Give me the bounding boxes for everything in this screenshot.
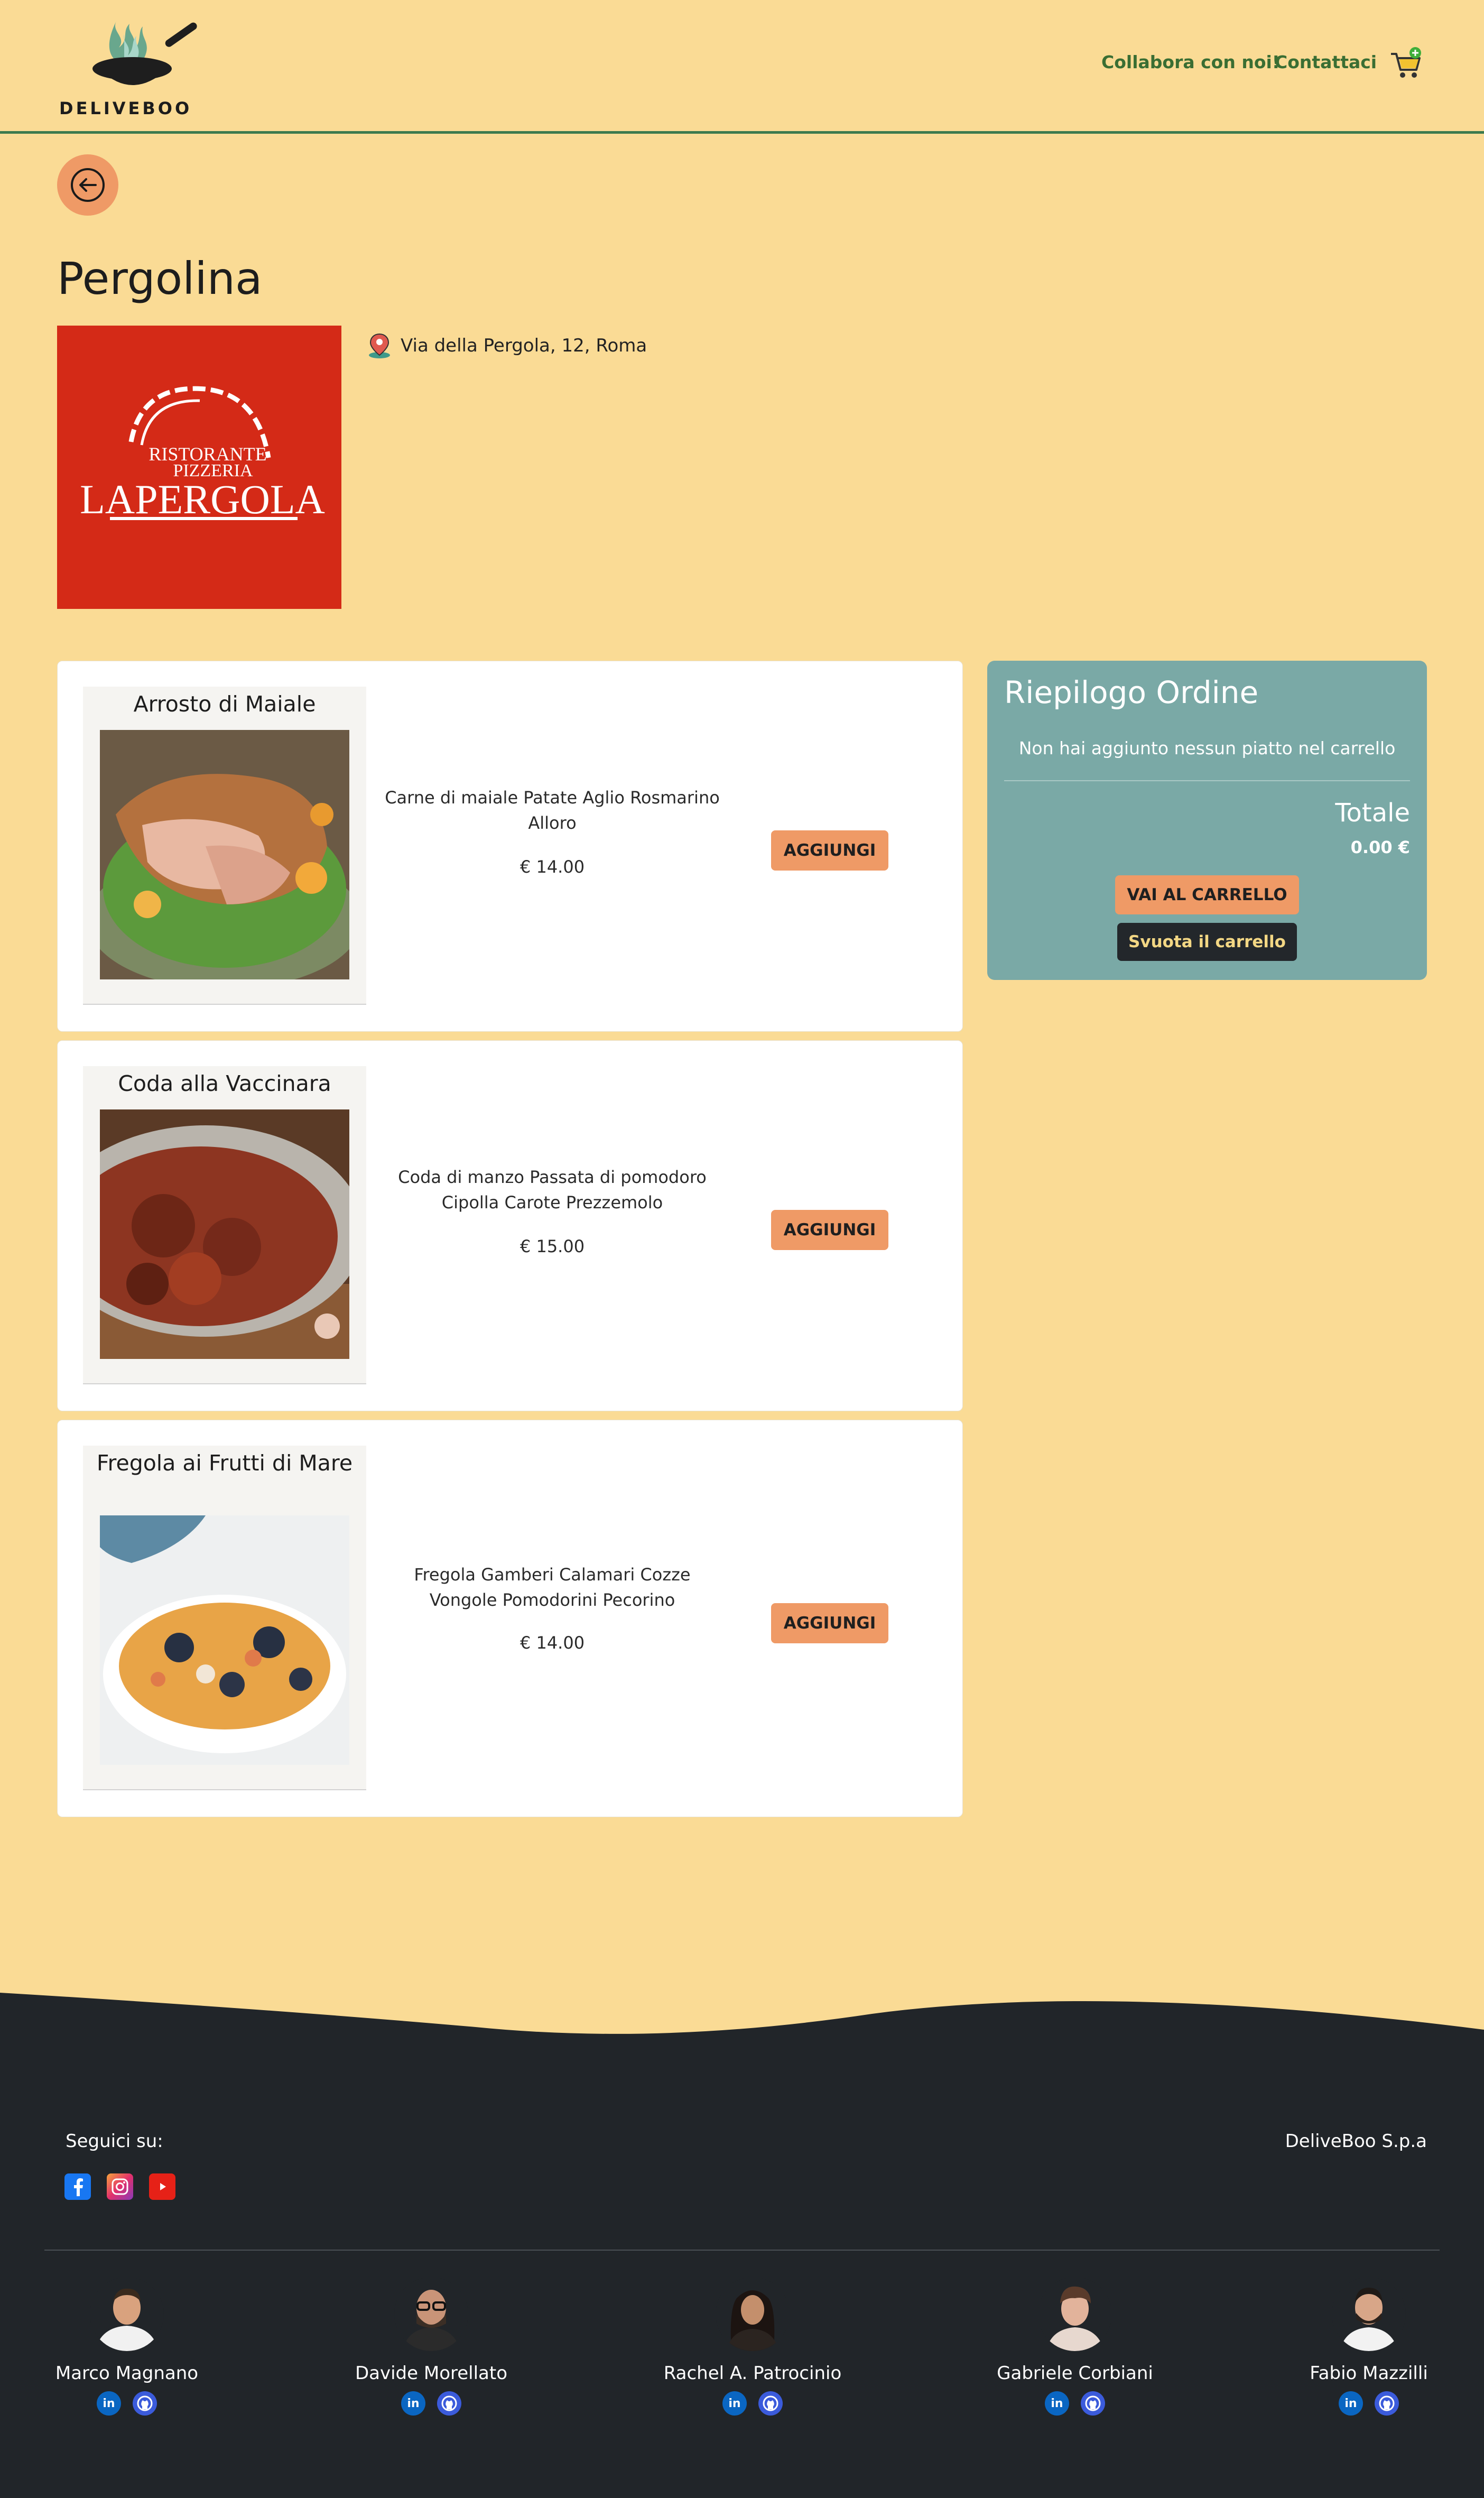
restaurant-name: Pergolina [57, 253, 263, 304]
dish-price: € 14.00 [520, 1633, 585, 1653]
footer-divider [44, 2250, 1440, 2251]
footer-wave [0, 1993, 1484, 2051]
dish-description: Carne di maiale Patate Aglio Rosmarino A… [385, 788, 720, 833]
avatar [1038, 2277, 1112, 2351]
add-dish-button[interactable]: AGGIUNGI [771, 1603, 888, 1643]
github-icon[interactable] [133, 2391, 157, 2416]
dish-image-coda [47, 1109, 364, 1359]
add-dish-button[interactable]: AGGIUNGI [771, 1210, 888, 1250]
linkedin-icon[interactable]: in [1045, 2391, 1069, 2416]
dish-card: Arrosto di Maiale Carne di maiale Patate… [57, 661, 963, 1032]
linkedin-icon[interactable]: in [401, 2391, 425, 2416]
nav-collabora-link[interactable]: Collabora con noi! [1101, 52, 1280, 72]
team-member: Davide Morellato in [315, 2277, 548, 2416]
back-button[interactable] [57, 154, 118, 216]
linkedin-icon[interactable]: in [722, 2391, 747, 2416]
nav-contattaci-link[interactable]: Contattaci [1275, 52, 1377, 72]
map-pin-icon [369, 333, 390, 358]
dish-description: Fregola Gamberi Calamari Cozze Vongole P… [414, 1565, 691, 1610]
team-member: Marco Magnano in [11, 2277, 243, 2416]
company-name: DeliveBoo S.p.a [1285, 2131, 1427, 2152]
dish-price: € 15.00 [520, 1236, 585, 1256]
avatar [394, 2277, 468, 2351]
arrow-left-icon [71, 168, 105, 202]
header-divider [0, 131, 1484, 134]
follow-label: Seguici su: [66, 2131, 163, 2152]
dish-image-box: Coda alla Vaccinara [47, 1066, 366, 1384]
member-name: Fabio Mazzilli [1310, 2363, 1428, 2384]
summary-divider [1004, 780, 1410, 781]
address-text: Via della Pergola, 12, Roma [401, 335, 647, 356]
dish-name: Coda alla Vaccinara [118, 1071, 331, 1096]
member-name: Rachel A. Patrocinio [663, 2363, 842, 2384]
dish-card: Fregola ai Frutti di Mare Fregola Gamber… [57, 1420, 963, 1817]
order-summary: Riepilogo Ordine Non hai aggiunto nessun… [987, 661, 1427, 980]
github-icon[interactable] [437, 2391, 461, 2416]
brand-name[interactable]: DELIVEBOO [59, 98, 192, 118]
dish-name: Arrosto di Maiale [133, 691, 316, 717]
summary-title: Riepilogo Ordine [1004, 674, 1259, 710]
team-member: Rachel A. Patrocinio in [636, 2277, 869, 2416]
dish-image-box: Arrosto di Maiale [83, 687, 366, 1005]
dish-price: € 14.00 [520, 857, 585, 877]
deliveboo-logo-icon[interactable] [79, 11, 201, 100]
team-member: Gabriele Corbiani in [959, 2277, 1191, 2416]
linkedin-icon[interactable]: in [97, 2391, 121, 2416]
avatar [1332, 2277, 1406, 2351]
youtube-icon[interactable] [149, 2173, 175, 2200]
facebook-icon[interactable] [64, 2173, 91, 2200]
summary-empty-text: Non hai aggiunto nessun piatto nel carre… [1018, 738, 1396, 758]
site-header: DELIVEBOO Collabora con noi! Contattaci [0, 0, 1484, 131]
dish-image-arrosto [87, 730, 362, 989]
total-label: Totale [1335, 798, 1410, 828]
restaurant-address: Via della Pergola, 12, Roma [366, 332, 647, 359]
logo-line-lapergola: LAPERGOLA [80, 476, 325, 522]
member-name: Marco Magnano [55, 2363, 199, 2384]
go-to-cart-button[interactable]: VAI AL CARRELLO [1115, 875, 1299, 914]
github-icon[interactable] [758, 2391, 783, 2416]
cart-icon[interactable] [1390, 47, 1422, 80]
dish-description: Coda di manzo Passata di pomodoro Cipoll… [398, 1167, 707, 1213]
site-footer: Seguici su: DeliveBoo S.p.a Marco Magnan… [0, 2049, 1484, 2498]
github-icon[interactable] [1375, 2391, 1399, 2416]
instagram-icon[interactable] [107, 2173, 133, 2200]
add-dish-button[interactable]: AGGIUNGI [771, 830, 888, 871]
dish-card: Coda alla Vaccinara Coda di manzo Passat… [47, 1040, 963, 1411]
restaurant-logo: RISTORANTE PIZZERIA LAPERGOLA [57, 326, 341, 609]
avatar [90, 2277, 164, 2351]
dish-name: Fregola ai Frutti di Mare [96, 1450, 353, 1476]
github-icon[interactable] [1081, 2391, 1105, 2416]
member-name: Gabriele Corbiani [997, 2363, 1153, 2384]
total-value: 0.00 € [1350, 837, 1410, 857]
empty-cart-button[interactable]: Svuota il carrello [1117, 923, 1297, 961]
dish-image-fregola [100, 1515, 349, 1765]
team-member: Fabio Mazzilli in [1253, 2277, 1484, 2416]
dish-image-box: Fregola ai Frutti di Mare [83, 1446, 366, 1790]
linkedin-icon[interactable]: in [1339, 2391, 1363, 2416]
avatar [716, 2277, 790, 2351]
member-name: Davide Morellato [355, 2363, 508, 2384]
